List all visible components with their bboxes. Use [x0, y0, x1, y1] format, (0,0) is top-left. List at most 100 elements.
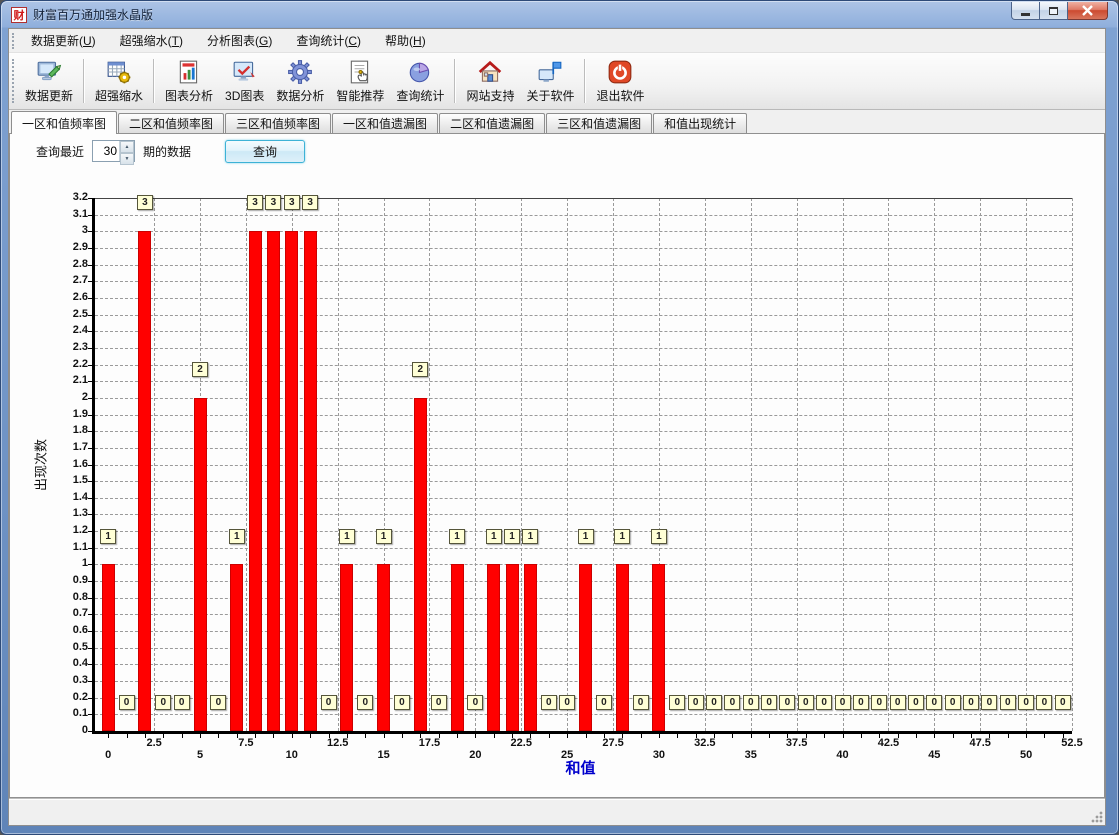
toolbar-button-query-statistics[interactable]: 查询统计: [390, 55, 450, 107]
toolbar-button-label: 查询统计: [396, 87, 444, 104]
x-axis-tick: [622, 734, 623, 738]
tab-page: 查询最近 ▲ ▼ 期的数据 查询 00.10.20.30.40.50.60.70…: [9, 133, 1105, 798]
gridline: [613, 198, 614, 731]
y-tick-label: 0.5: [46, 641, 88, 653]
menubar-grip[interactable]: [12, 33, 15, 49]
x-axis-tick: [843, 734, 844, 738]
y-tick-label: 2: [46, 391, 88, 403]
gridline: [154, 198, 155, 731]
gridline: [95, 381, 1072, 382]
x-axis-tick: [475, 734, 476, 738]
y-tick-label: 0.3: [46, 674, 88, 686]
x-axis-tick: [494, 734, 495, 738]
x-axis-tick: [1026, 734, 1027, 738]
bar-value-label: 0: [210, 695, 226, 710]
sum-frequency-chart: 00.10.20.30.40.50.60.70.80.911.11.21.31.…: [10, 134, 1104, 797]
x-axis-tick: [512, 734, 513, 738]
x-axis-tick: [989, 734, 990, 738]
bar: [451, 564, 464, 731]
x-tick-label: 5: [178, 749, 222, 761]
x-axis-tick: [1008, 734, 1009, 738]
gridline: [567, 198, 568, 731]
tab-zone2-sum-omission[interactable]: 二区和值遗漏图: [439, 113, 545, 133]
tab-zone1-sum-omission[interactable]: 一区和值遗漏图: [332, 113, 438, 133]
tab-zone1-sum-frequency[interactable]: 一区和值频率图: [11, 111, 117, 134]
gridline: [843, 198, 844, 731]
bar: [102, 564, 115, 731]
bar-value-label: 3: [247, 195, 263, 210]
gridline: [751, 198, 752, 731]
shrink-icon: [106, 58, 133, 85]
x-tick-label: 0: [86, 749, 130, 761]
close-button[interactable]: [1068, 2, 1108, 20]
x-tick-label: 30: [637, 749, 681, 761]
toolbar-button-label: 网站支持: [466, 87, 514, 104]
resize-grip-icon[interactable]: [1090, 810, 1103, 823]
gridline: [95, 415, 1072, 416]
x-axis-tick: [824, 734, 825, 738]
menu-item-super-shrink[interactable]: 超强缩水(T): [108, 29, 195, 52]
toolbar-button-label: 退出软件: [596, 87, 644, 104]
menu-item-analysis-charts[interactable]: 分析图表(G): [195, 29, 284, 52]
toolbar-button-exit-software[interactable]: 退出软件: [590, 55, 650, 107]
exit-icon: [607, 58, 634, 85]
toolbar-button-about-software[interactable]: 关于软件: [520, 55, 580, 107]
tab-sum-occurrence-stats[interactable]: 和值出现统计: [653, 113, 747, 133]
x-axis-tick: [1044, 734, 1045, 738]
y-axis: [92, 198, 95, 734]
bar-value-label: 0: [926, 695, 942, 710]
toolbar-button-data-update[interactable]: 数据更新: [19, 55, 79, 107]
bar-value-label: 1: [376, 529, 392, 544]
toolbar-button-smart-recommend[interactable]: 智能推荐: [330, 55, 390, 107]
x-tick-label: 50: [1004, 749, 1048, 761]
x-axis-tick: [659, 734, 660, 738]
y-tick-label: 3.2: [46, 191, 88, 203]
tab-zone3-sum-frequency[interactable]: 三区和值频率图: [225, 113, 331, 133]
y-axis-title: 出现次数: [31, 438, 50, 490]
toolbar-button-data-analysis[interactable]: 数据分析: [270, 55, 330, 107]
bar-value-label: 1: [449, 529, 465, 544]
bar-value-label: 1: [100, 529, 116, 544]
y-tick-label: 1.6: [46, 458, 88, 470]
y-tick-label: 2.7: [46, 274, 88, 286]
toolbar-button-website-support[interactable]: 网站支持: [460, 55, 520, 107]
toolbar-button-chart-3d[interactable]: 3D图表: [219, 55, 270, 107]
gridline: [521, 198, 522, 731]
menu-item-help[interactable]: 帮助(H): [373, 29, 438, 52]
x-axis-tick: [971, 734, 972, 738]
bar-value-label: 1: [339, 529, 355, 544]
x-axis-tick: [329, 734, 330, 738]
x-axis-tick: [604, 734, 605, 738]
toolbar-button-label: 数据分析: [276, 87, 324, 104]
x-axis-tick: [255, 734, 256, 738]
tab-zone2-sum-frequency[interactable]: 二区和值频率图: [118, 113, 224, 133]
x-axis-tick: [549, 734, 550, 738]
maximize-button[interactable]: [1040, 2, 1068, 20]
bar-value-label: 0: [1018, 695, 1034, 710]
menu-item-data-update[interactable]: 数据更新(U): [19, 29, 108, 52]
bar-value-label: 0: [1036, 695, 1052, 710]
toolbar-grip[interactable]: [12, 59, 15, 103]
toolbar-button-chart-analysis[interactable]: 图表分析: [159, 55, 219, 107]
toolbar-separator: [153, 59, 155, 103]
x-axis-tick: [402, 734, 403, 738]
bar-value-label: 0: [321, 695, 337, 710]
maximize-icon: [1049, 7, 1058, 15]
bar-value-label: 0: [596, 695, 612, 710]
titlebar[interactable]: 财 财富百万通加强水晶版: [1, 1, 1118, 28]
toolbar-button-super-shrink[interactable]: 超强缩水: [89, 55, 149, 107]
x-tick-label: 10: [270, 749, 314, 761]
y-tick-label: 3.1: [46, 208, 88, 220]
x-axis-tick: [732, 734, 733, 738]
menu-item-query-statistics[interactable]: 查询统计(C): [284, 29, 373, 52]
y-tick-label: 2.8: [46, 258, 88, 270]
x-axis-tick: [273, 734, 274, 738]
x-axis-tick: [439, 734, 440, 738]
bar-value-label: 0: [798, 695, 814, 710]
tab-zone3-sum-omission[interactable]: 三区和值遗漏图: [546, 113, 652, 133]
x-axis-tick: [457, 734, 458, 738]
status-bar: [9, 798, 1105, 825]
minimize-button[interactable]: [1011, 2, 1040, 20]
bar-value-label: 0: [559, 695, 575, 710]
gridline: [429, 198, 430, 731]
